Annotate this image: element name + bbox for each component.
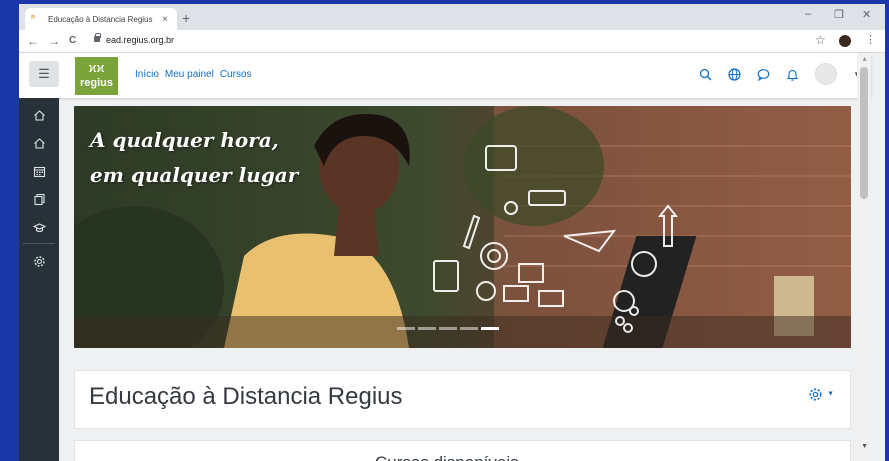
gear-icon xyxy=(809,388,822,401)
home-icon xyxy=(33,110,45,121)
site-title-card: Educação à Distancia Regius ▼ xyxy=(74,370,851,429)
tab-close-icon[interactable]: × xyxy=(159,14,171,25)
chevron-down-icon: ▼ xyxy=(827,390,834,398)
page-settings-menu[interactable]: ▼ xyxy=(808,385,834,402)
tab-title: Educação à Distancia Regius xyxy=(48,14,153,24)
sidebar-item-private-files[interactable] xyxy=(19,188,59,210)
bookmark-star-icon[interactable]: ☆ xyxy=(815,33,826,47)
url-field[interactable]: ead.regius.org.br xyxy=(106,35,174,45)
sidebar-item-my-courses[interactable] xyxy=(19,216,59,238)
hero-headline-line1: A qualquer hora, xyxy=(90,128,279,152)
sidebar-item-site-administration[interactable] xyxy=(19,250,59,272)
files-icon xyxy=(33,194,45,206)
carousel-indicator-3[interactable] xyxy=(439,327,457,330)
tab-strip: ⁿ Educação à Distancia Regius × + – ❐ ✕ xyxy=(19,4,885,30)
messages-icon[interactable] xyxy=(757,68,770,81)
sidebar-item-home[interactable] xyxy=(19,104,59,126)
settings-icon xyxy=(33,256,45,267)
close-window-button[interactable]: ✕ xyxy=(862,8,871,21)
carousel-indicators xyxy=(397,327,499,330)
new-tab-button[interactable]: + xyxy=(182,10,190,26)
logo-figures-icon: ϰϰ xyxy=(88,60,105,75)
forward-button[interactable]: → xyxy=(48,34,60,48)
carousel-indicator-5[interactable] xyxy=(481,327,499,330)
user-avatar[interactable] xyxy=(815,63,838,85)
browser-tab[interactable]: ⁿ Educação à Distancia Regius × xyxy=(25,8,177,30)
sidebar-item-calendar[interactable] xyxy=(19,160,59,182)
navbar-icons: ▼ xyxy=(699,63,861,85)
page-title: Educação à Distancia Regius xyxy=(89,383,403,410)
regius-logo[interactable]: ϰϰ regius xyxy=(75,57,118,95)
nav-link-meu-painel[interactable]: Meu painel xyxy=(165,69,214,80)
restore-button[interactable]: ❐ xyxy=(834,8,844,21)
nav-link-cursos[interactable]: Cursos xyxy=(220,69,252,80)
address-toolbar: ← → C ead.regius.org.br ☆ ⋮ xyxy=(19,30,885,53)
primary-navigation: Início Meu painel Cursos xyxy=(135,69,252,80)
site-navbar: ☰ ϰϰ regius Início Meu painel Cursos ▼ ▲ xyxy=(19,53,871,461)
minimize-button[interactable]: – xyxy=(805,8,811,20)
courses-icon xyxy=(32,223,46,233)
sidebar-divider xyxy=(23,243,55,244)
hero-banner[interactable]: A qualquer hora, em qualquer lugar xyxy=(74,106,851,348)
lock-icon xyxy=(94,33,101,42)
left-drawer xyxy=(19,98,59,461)
available-courses-heading: Cursos disponíveis xyxy=(375,453,519,461)
profile-avatar-icon[interactable] xyxy=(839,35,851,47)
hamburger-menu-button[interactable]: ☰ xyxy=(29,61,59,87)
page-content: ☰ ϰϰ regius Início Meu painel Cursos ▼ ▲ xyxy=(19,53,885,461)
search-icon[interactable] xyxy=(699,68,712,81)
browser-window: ⁿ Educação à Distancia Regius × + – ❐ ✕ … xyxy=(19,4,885,461)
hero-headline-line2: em qualquer lugar xyxy=(90,163,299,187)
page-scrollbar[interactable]: ▲ ▼ xyxy=(857,53,871,461)
reload-button[interactable]: C xyxy=(69,35,76,46)
favicon-icon: ⁿ xyxy=(31,13,35,24)
scroll-down-arrow-icon[interactable]: ▼ xyxy=(861,443,868,458)
browser-menu-icon[interactable]: ⋮ xyxy=(865,33,876,46)
carousel-indicator-2[interactable] xyxy=(418,327,436,330)
notifications-icon[interactable] xyxy=(786,68,799,81)
available-courses-card: Cursos disponíveis xyxy=(74,440,851,461)
dashboard-icon xyxy=(33,138,45,149)
calendar-icon xyxy=(33,167,45,178)
nav-link-inicio[interactable]: Início xyxy=(135,69,159,80)
language-icon[interactable] xyxy=(728,67,741,81)
carousel-indicator-4[interactable] xyxy=(460,327,478,330)
scroll-up-arrow-icon[interactable]: ▲ xyxy=(861,56,868,63)
back-button[interactable]: ← xyxy=(27,34,39,48)
scrollbar-thumb[interactable] xyxy=(860,67,868,199)
sidebar-item-dashboard[interactable] xyxy=(19,132,59,154)
carousel-indicator-1[interactable] xyxy=(397,327,415,330)
logo-text: regius xyxy=(79,77,113,89)
